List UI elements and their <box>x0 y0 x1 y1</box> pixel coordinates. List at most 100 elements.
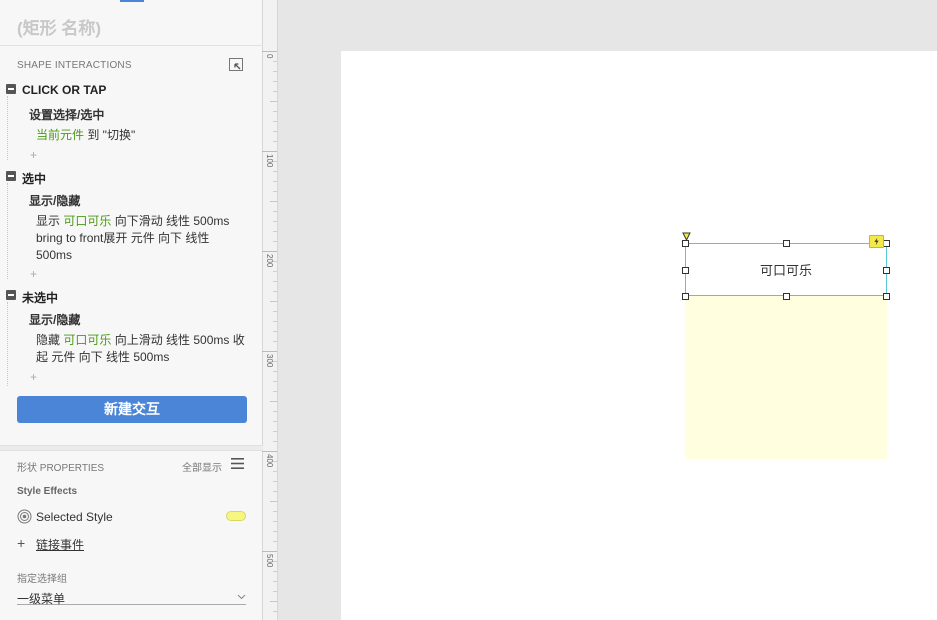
link-event-button[interactable]: 链接事件 <box>36 536 84 553</box>
action-show-hide[interactable]: 显示/隐藏 <box>29 192 80 209</box>
ruler-label: 500 <box>265 554 274 568</box>
resize-handle[interactable] <box>682 293 689 300</box>
ruler-tick-minor <box>273 221 277 222</box>
ruler-tick-minor <box>273 131 277 132</box>
action-set-selected[interactable]: 设置选择/选中 <box>29 106 104 123</box>
target-widget-link[interactable]: 可口可乐 <box>63 214 111 228</box>
selection-group-title: 指定选择组 <box>17 574 67 585</box>
ruler-tick-minor <box>273 441 277 442</box>
add-action-icon[interactable]: + <box>30 370 37 384</box>
ruler-tick-minor <box>273 391 277 392</box>
resize-handle[interactable] <box>883 267 890 274</box>
ruler-tick-minor <box>273 421 277 422</box>
vertical-ruler: 0 100 200 300 400 500 <box>262 0 278 620</box>
ruler-tick-minor <box>273 491 277 492</box>
ruler-tick-minor <box>273 311 277 312</box>
ruler-label: 200 <box>265 254 274 268</box>
action-show-hide[interactable]: 显示/隐藏 <box>29 311 80 328</box>
ruler-tick-minor <box>273 121 277 122</box>
tree-guide-line <box>7 96 8 160</box>
ruler-tick-minor <box>273 511 277 512</box>
ruler-tick-mid <box>270 601 277 602</box>
ruler-tick-minor <box>273 281 277 282</box>
tree-guide-line <box>7 183 8 279</box>
ruler-tick-mid <box>270 501 277 502</box>
active-tab-indicator <box>120 0 144 2</box>
ruler-tick-minor <box>273 241 277 242</box>
ruler-tick-minor <box>273 591 277 592</box>
shape-name-field[interactable]: (矩形 名称) <box>17 14 101 39</box>
ruler-tick-major <box>262 351 277 352</box>
event-selected[interactable]: 选中 <box>22 170 46 187</box>
target-widget-link[interactable]: 当前元件 <box>36 128 84 142</box>
resize-handle[interactable] <box>783 293 790 300</box>
detail-text: 显示 <box>36 214 64 228</box>
lightning-icon[interactable] <box>869 235 884 248</box>
add-action-icon[interactable]: + <box>30 267 37 281</box>
menu-icon[interactable] <box>231 458 244 469</box>
action-detail[interactable]: 显示 可口可乐 向下滑动 线性 500ms <box>36 213 229 230</box>
ruler-tick-major <box>262 51 277 52</box>
ruler-label: 300 <box>265 354 274 368</box>
dropdown-panel-shape[interactable] <box>685 296 887 459</box>
ruler-tick-mid <box>270 301 277 302</box>
ruler-tick-minor <box>273 431 277 432</box>
event-unselected[interactable]: 未选中 <box>22 289 58 306</box>
show-all-link[interactable]: 全部显示 <box>182 459 222 474</box>
resize-handle[interactable] <box>783 240 790 247</box>
ruler-tick-minor <box>273 271 277 272</box>
properties-section-title: 形状 PROPERTIES <box>17 463 105 474</box>
selected-style-label[interactable]: Selected Style <box>36 510 113 524</box>
ruler-tick-minor <box>273 191 277 192</box>
popout-icon[interactable] <box>229 58 244 72</box>
new-interaction-button[interactable]: 新建交互 <box>17 396 247 423</box>
target-widget-link[interactable]: 可口可乐 <box>63 333 111 347</box>
collapse-toggle-icon[interactable] <box>6 171 16 181</box>
resize-handle[interactable] <box>883 240 890 247</box>
rotation-handle-icon[interactable] <box>682 232 691 241</box>
action-detail[interactable]: 隐藏 可口可乐 向上滑动 线性 500ms 收 <box>36 332 245 349</box>
ruler-label: 0 <box>265 54 274 59</box>
selection-group-select[interactable]: 一级菜单 <box>17 588 246 606</box>
action-detail[interactable]: 500ms <box>36 247 72 264</box>
ruler-tick-minor <box>273 471 277 472</box>
plus-icon[interactable]: + <box>17 535 25 551</box>
ruler-tick-minor <box>273 541 277 542</box>
detail-text: 向下滑动 线性 500ms <box>111 214 230 228</box>
ruler-tick-minor <box>273 521 277 522</box>
ruler-tick-minor <box>273 91 277 92</box>
action-detail[interactable]: 起 元件 向下 线性 500ms <box>36 349 169 366</box>
resize-handle[interactable] <box>883 293 890 300</box>
resize-handle[interactable] <box>682 267 689 274</box>
action-detail[interactable]: bring to front展开 元件 向下 线性 <box>36 230 209 247</box>
add-action-icon[interactable]: + <box>30 148 37 162</box>
divider <box>0 45 263 46</box>
detail-text: 向上滑动 线性 500ms 收 <box>111 333 245 347</box>
action-detail[interactable]: 当前元件 到 "切换" <box>36 127 135 144</box>
ruler-tick-major <box>262 151 277 152</box>
selected-style-swatch[interactable] <box>226 511 246 521</box>
ruler-tick-major <box>262 251 277 252</box>
shape-label: 可口可乐 <box>759 263 812 278</box>
selection-group-value: 一级菜单 <box>17 592 66 606</box>
ruler-tick-minor <box>273 111 277 112</box>
ruler-tick-minor <box>273 171 277 172</box>
ruler-tick-minor <box>273 581 277 582</box>
ruler-label: 100 <box>265 154 274 168</box>
resize-handle[interactable] <box>682 240 689 247</box>
ruler-tick-minor <box>273 481 277 482</box>
ruler-tick-mid <box>270 101 277 102</box>
collapse-toggle-icon[interactable] <box>6 84 16 94</box>
collapse-toggle-icon[interactable] <box>6 290 16 300</box>
ruler-tick-minor <box>273 411 277 412</box>
chevron-down-icon <box>237 594 246 600</box>
ruler-tick-major <box>262 551 277 552</box>
ruler-tick-major <box>262 451 277 452</box>
ruler-tick-minor <box>273 231 277 232</box>
ruler-tick-minor <box>273 531 277 532</box>
selected-rectangle-shape[interactable]: 可口可乐 <box>685 243 887 296</box>
detail-text: 到 "切换" <box>84 128 136 142</box>
ruler-tick-minor <box>273 71 277 72</box>
tree-guide-line <box>7 302 8 386</box>
event-click-or-tap[interactable]: CLICK OR TAP <box>22 83 106 97</box>
